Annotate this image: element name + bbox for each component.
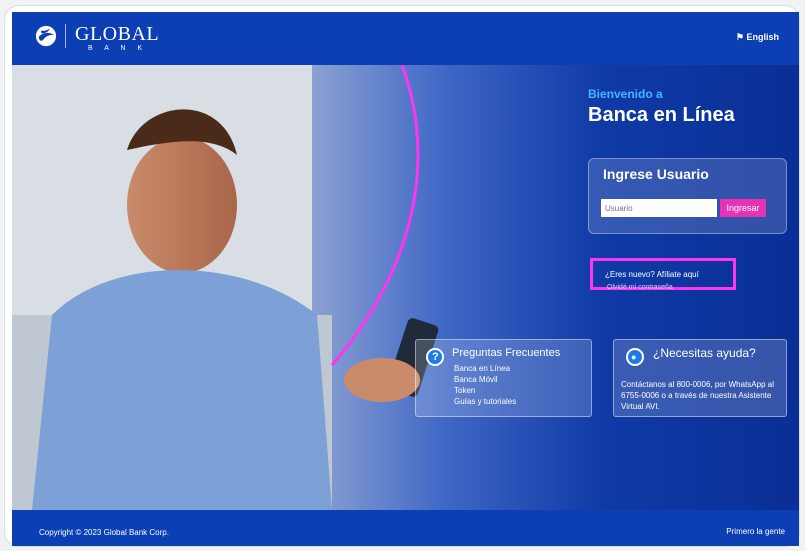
help-text: Contáctanos al 800-0006, por WhatsApp al… xyxy=(621,380,774,411)
login-card: Ingrese Usuario Ingresar xyxy=(588,158,787,234)
help-title: ¿Necesitas ayuda? xyxy=(653,346,756,360)
faq-item-banca-movil[interactable]: Banca Móvil xyxy=(454,374,516,385)
globe-logo-icon xyxy=(35,25,57,47)
faq-card: ? Preguntas Frecuentes Banca en Línea Ba… xyxy=(415,339,592,417)
flag-icon: ⚑ xyxy=(735,32,744,42)
logo-separator xyxy=(65,24,66,48)
faq-item-banca-en-linea[interactable]: Banca en Línea xyxy=(454,363,516,374)
footer: Copyright © 2023 Global Bank Corp. Prime… xyxy=(12,510,799,546)
username-input[interactable] xyxy=(601,199,717,217)
welcome-title: Banca en Línea xyxy=(588,104,735,126)
welcome-subtitle: Bienvenido a xyxy=(588,87,663,101)
brand-wordmark: GLOBAL xyxy=(75,23,160,45)
faq-item-guias[interactable]: Guías y tutoriales xyxy=(454,396,516,407)
forgot-password-link[interactable]: Olvidé mi contraseña xyxy=(607,284,673,291)
help-card: ● ¿Necesitas ayuda? Contáctanos al 800-0… xyxy=(613,339,787,417)
faq-list: Banca en Línea Banca Móvil Token Guías y… xyxy=(454,363,516,407)
login-title: Ingrese Usuario xyxy=(603,166,709,182)
footer-copyright: Copyright © 2023 Global Bank Corp. xyxy=(39,528,169,537)
language-link[interactable]: ⚑ English xyxy=(736,32,779,43)
login-button[interactable]: Ingresar xyxy=(720,199,766,217)
top-header: GLOBAL B A N K ⚑ English xyxy=(12,12,799,65)
footer-tagline: Primero la gente xyxy=(726,527,785,536)
faq-title: Preguntas Frecuentes xyxy=(452,347,561,359)
chat-bot-icon: ● xyxy=(626,348,644,366)
question-icon: ? xyxy=(426,348,444,366)
language-label: English xyxy=(746,32,779,42)
affiliate-label: ¿Eres nuevo? Afíliate aquí xyxy=(605,270,699,279)
brand-subtitle: B A N K xyxy=(88,45,148,52)
faq-item-token[interactable]: Token xyxy=(454,385,516,396)
